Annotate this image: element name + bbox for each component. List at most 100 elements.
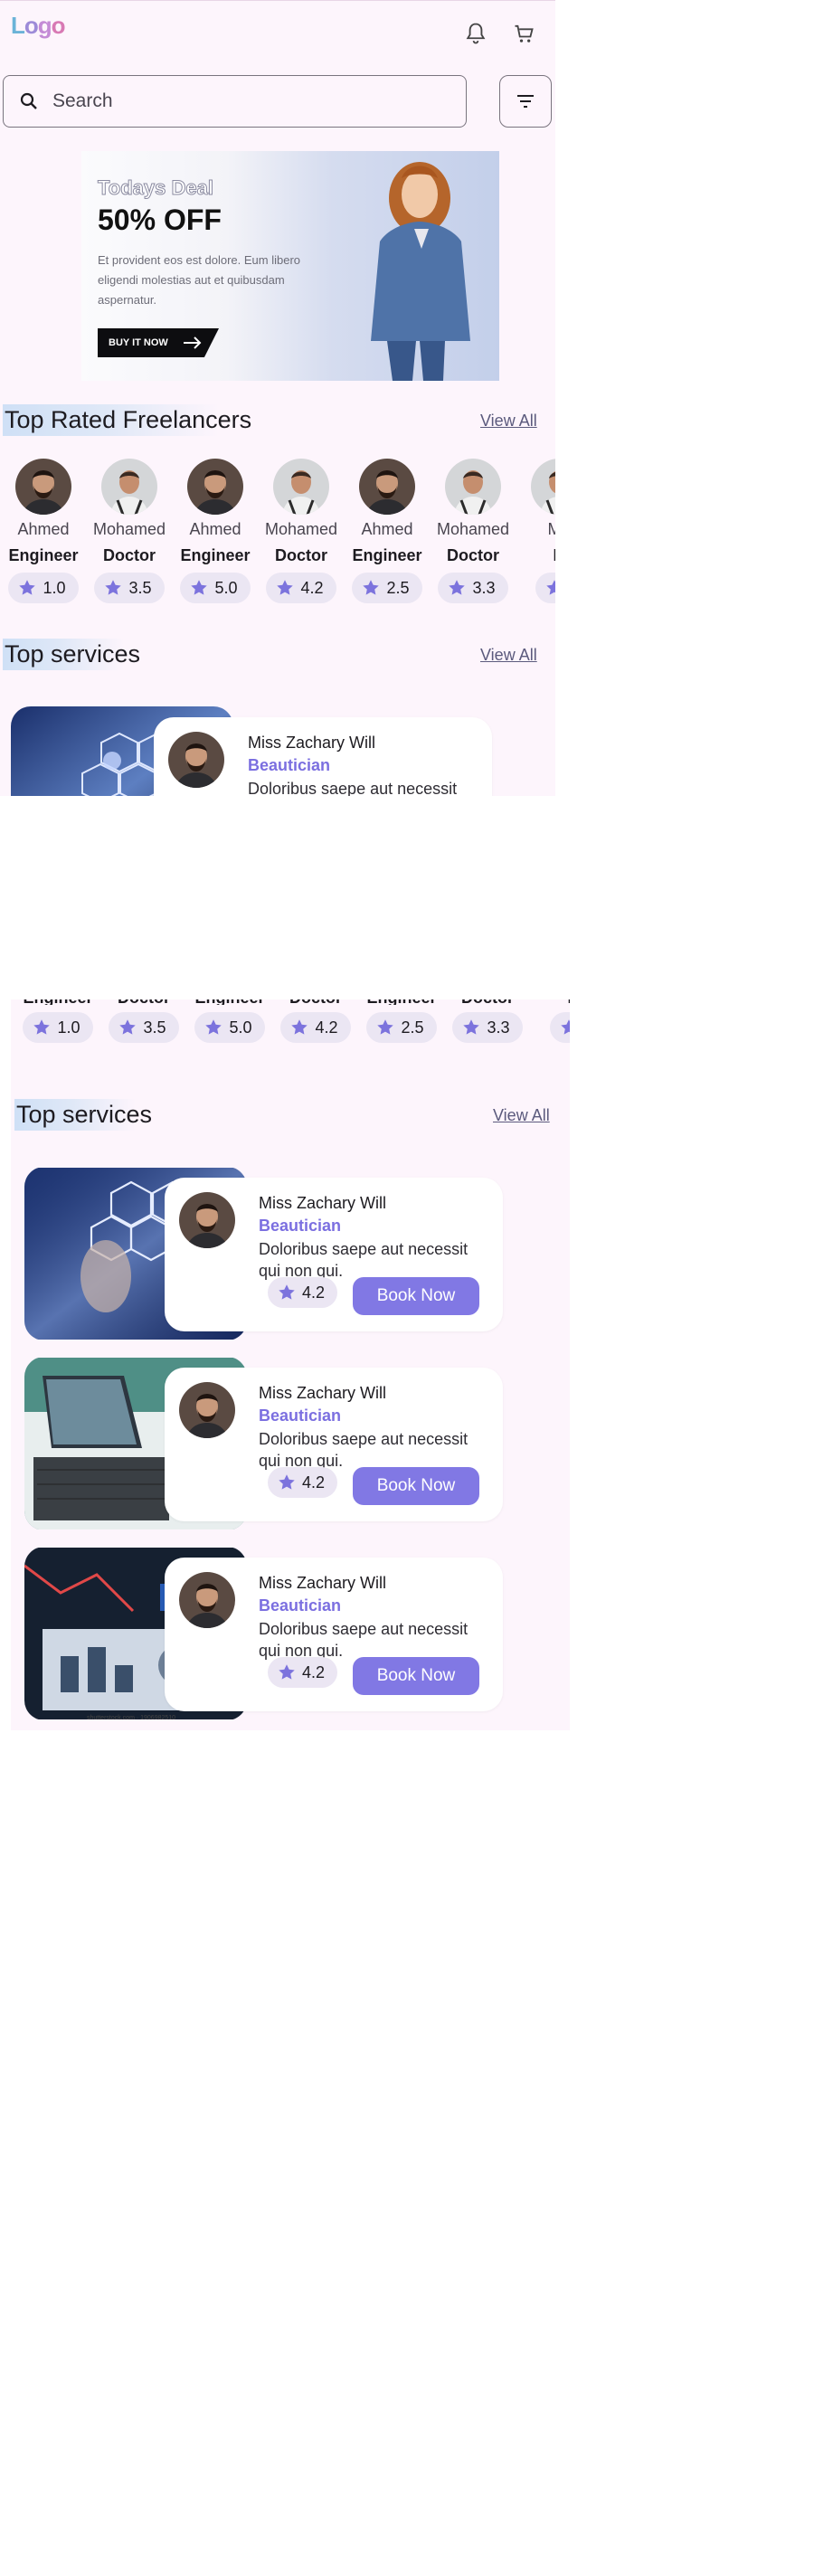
banner-kicker: Todays Deal [98, 176, 214, 200]
star-icon [279, 1474, 295, 1490]
book-now-button[interactable]: Book Now [353, 1467, 479, 1505]
freelancer-card[interactable]: Engineer 5.0 [190, 999, 270, 1043]
banner-body: Et provident eos est dolore. Eum libero … [98, 253, 301, 307]
book-now-button[interactable]: Book Now [353, 1277, 479, 1315]
freelancer-card[interactable]: Ahmed Engineer 1.0 [4, 459, 83, 603]
avatar [359, 459, 415, 515]
freelancer-name: Mohamed [436, 520, 510, 538]
star-icon [546, 580, 555, 595]
rating-badge: 2.5 [352, 573, 422, 603]
service-card[interactable]: Miss Zachary Will Beautician Doloribus sae… [165, 1178, 503, 1331]
filter-button[interactable] [499, 75, 552, 128]
rating-badge [535, 573, 555, 603]
service-item[interactable]: Miss Zachary Will Beautician Doloribus sae… [11, 1357, 570, 1530]
screen-scrolled: Engineer 1.0 Doctor 3.5 Engineer 5.0 Doctor 4.2… [11, 999, 570, 1730]
freelancer-name: Mohamed [264, 520, 338, 538]
service-card[interactable]: Miss Zachary Will Beautician Doloribus s… [154, 717, 492, 796]
freelancer-name: Mo [519, 520, 555, 539]
rating-value: 5.0 [229, 1018, 252, 1037]
deal-banner[interactable]: Todays Deal 50% OFF Et provident eos est… [81, 151, 499, 381]
freelancer-name: Ahmed [361, 520, 413, 538]
rating-value: 4.2 [300, 578, 324, 597]
service-category: Beautician [259, 1406, 342, 1425]
app-logo[interactable]: L o g o [11, 12, 66, 39]
star-icon [279, 1284, 295, 1300]
screen-top: L o g o Search Todays Deal 50% OFF Et pr… [0, 0, 555, 796]
avatar-photo [273, 459, 329, 515]
rating-badge: 3.5 [109, 1012, 179, 1043]
freelancer-carousel[interactable]: Ahmed Engineer 1.0 Mohamed Doctor 3.5 Ahmed Eng… [0, 459, 555, 612]
banner-headline: 50% OFF [98, 204, 222, 236]
avatar [179, 1192, 235, 1248]
avatar-photo [179, 1192, 235, 1248]
service-card[interactable]: Miss Zachary Will Beautician Doloribus sae… [165, 1558, 503, 1711]
rating-badge: 1.0 [8, 573, 79, 603]
view-all-link[interactable]: View All [480, 646, 537, 665]
view-all-link[interactable]: View All [480, 412, 537, 431]
cart-icon [515, 24, 534, 43]
service-item[interactable]: Miss Zachary Will Beautician Doloribus sae… [11, 1167, 570, 1340]
stock-caption: shutterstock.com · 1906982510 [87, 1715, 176, 1721]
rating-value: 1.0 [43, 578, 66, 597]
section-title: Top services [3, 639, 147, 670]
freelancer-card[interactable]: Mohamed Doctor 4.2 [261, 459, 341, 603]
search-input[interactable]: Search [3, 75, 467, 128]
freelancer-card[interactable]: Mohamed Doctor 3.3 [433, 459, 513, 603]
freelancer-carousel[interactable]: Engineer 1.0 Doctor 3.5 Engineer 5.0 Doctor 4.2… [11, 999, 570, 1068]
freelancer-card[interactable]: Mohamed Doctor 3.5 [90, 459, 169, 603]
star-icon [33, 1019, 51, 1035]
avatar [273, 459, 329, 515]
freelancer-card[interactable]: Doctor 3.5 [104, 999, 184, 1043]
service-provider-name: Miss Zachary Will [259, 1574, 387, 1592]
rating-badge: 2.5 [366, 1012, 437, 1043]
avatar [15, 459, 71, 515]
star-icon [449, 580, 466, 595]
bell-icon [466, 23, 486, 44]
cart-button[interactable] [508, 17, 541, 50]
freelancer-job: Doctor [104, 999, 184, 1005]
search-icon [20, 92, 37, 109]
star-icon [377, 1019, 394, 1035]
rating-badge: 3.3 [438, 573, 508, 603]
freelancer-card[interactable]: Doctor 4.2 [276, 999, 355, 1043]
freelancer-card[interactable]: Engineer 1.0 [18, 999, 98, 1043]
star-icon [19, 580, 36, 595]
star-icon [279, 1664, 295, 1680]
star-icon [561, 1019, 570, 1035]
service-description: Doloribus saepe aut necessit qui non qui… [248, 780, 458, 796]
freelancer-card[interactable]: Ahmed Engineer 5.0 [175, 459, 255, 603]
view-all-link[interactable]: View All [493, 1106, 550, 1125]
avatar-photo [531, 459, 555, 515]
service-card[interactable]: Miss Zachary Will Beautician Doloribus sae… [165, 1368, 503, 1521]
rating-value: 2.5 [386, 578, 410, 597]
services-header: Top services View All [0, 639, 543, 675]
rating-badge: 4.2 [268, 1467, 338, 1498]
freelancer-card[interactable]: Ahmed Engineer 2.5 [347, 459, 427, 603]
freelancer-card[interactable]: Doctor 3.3 [448, 999, 527, 1043]
avatar [179, 1572, 235, 1628]
freelancer-card[interactable]: Mo D [519, 459, 555, 603]
freelancer-job: Engineer [180, 546, 251, 564]
services-header: Top services View All [11, 1099, 564, 1135]
rating-value: 4.2 [302, 1662, 326, 1681]
avatar-photo [179, 1572, 235, 1628]
rating-badge [550, 1012, 570, 1043]
rating-badge: 4.2 [266, 573, 336, 603]
rating-value: 4.2 [302, 1283, 326, 1302]
avatar-photo [359, 459, 415, 515]
freelancer-job: Doctor [103, 546, 156, 564]
rating-badge: 3.3 [452, 1012, 523, 1043]
rating-badge: 5.0 [194, 1012, 265, 1043]
logo-letter: o [24, 12, 39, 39]
notification-button[interactable] [459, 17, 492, 50]
rating-badge: 1.0 [23, 1012, 93, 1043]
avatar-photo [179, 1382, 235, 1438]
buy-now-button[interactable]: BUY IT NOW [98, 328, 219, 357]
freelancer-name: Ahmed [189, 520, 241, 538]
freelancer-card[interactable]: D [534, 999, 570, 1043]
book-now-button[interactable]: Book Now [353, 1657, 479, 1695]
avatar [445, 459, 501, 515]
service-item[interactable]: Miss Zachary Will Beautician Doloribus sae… [11, 1547, 570, 1720]
service-category: Beautician [259, 1217, 342, 1235]
freelancer-card[interactable]: Engineer 2.5 [362, 999, 441, 1043]
